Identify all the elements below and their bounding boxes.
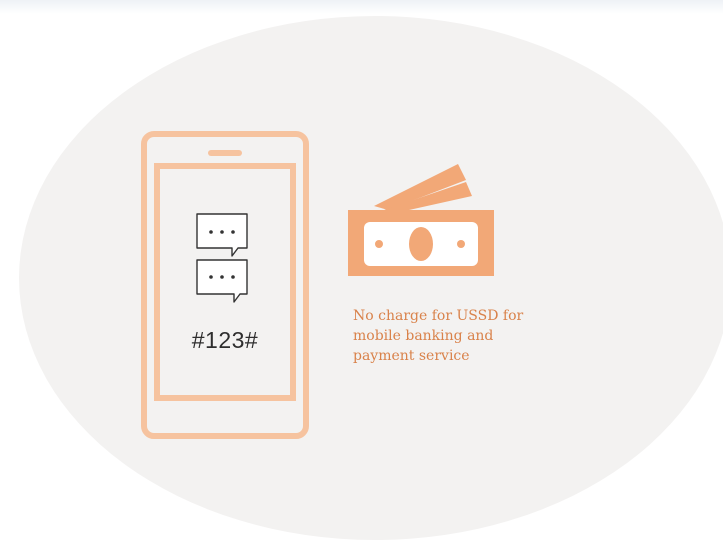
caption-line: mobile banking and <box>353 328 494 344</box>
chat-bubble-icon <box>196 213 248 257</box>
caption-text: No charge for USSD for mobile banking an… <box>353 306 593 366</box>
banknotes-icon <box>348 164 494 276</box>
smartphone-icon <box>141 131 309 439</box>
caption-line: payment service <box>353 348 470 364</box>
ussd-code: #123# <box>191 327 259 353</box>
illustration-stage: #123# No charge for USSD for mobile bank… <box>0 0 723 554</box>
backdrop-circle <box>19 16 723 540</box>
chat-bubble-icon <box>196 259 248 303</box>
caption-line: No charge for USSD for <box>353 308 524 324</box>
